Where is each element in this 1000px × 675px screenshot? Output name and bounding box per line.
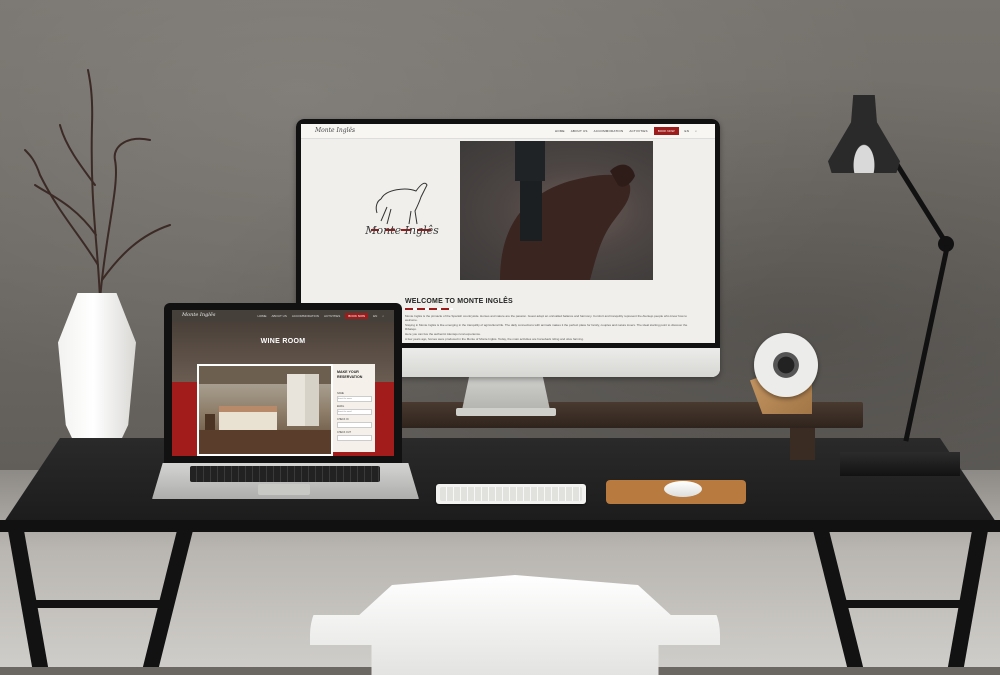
nav-link-activities[interactable]: ACTIVITIES [629, 129, 647, 133]
check-out-input[interactable] [337, 435, 372, 441]
heading-divider [405, 308, 453, 310]
laptop-nav-bar: Monte Inglês HOME ABOUT US ACCOMMODATION… [172, 310, 394, 322]
nav-link-activities[interactable]: ACTIVITIES [324, 314, 340, 318]
horse-rider-photo [460, 141, 653, 280]
name-label: NAME [337, 392, 344, 395]
reservation-form-title: MAKE YOUR RESERVATION [337, 370, 363, 379]
nav-link-home[interactable]: HOME [555, 129, 565, 133]
search-icon[interactable]: ⌕ [382, 314, 384, 318]
keyboard-keys[interactable] [440, 487, 582, 501]
intro-paragraph: Here you can live the authentic Alentejo… [405, 332, 481, 336]
desk-crossbar [30, 600, 170, 608]
email-label: EMAIL [337, 405, 345, 408]
book-now-button[interactable]: BOOK NOW [653, 127, 679, 135]
nav-link-home[interactable]: HOME [258, 314, 267, 318]
wireless-keyboard[interactable] [436, 484, 586, 504]
laptop-nav-links: HOME ABOUT US ACCOMMODATION ACTIVITIES B… [258, 313, 384, 319]
intro-paragraph: Staying in Monte Inglês is like emerging… [405, 323, 688, 331]
nav-link-accommodation[interactable]: ACCOMMODATION [292, 314, 319, 318]
bedroom-photo[interactable] [197, 364, 333, 456]
laptop-nav-logo[interactable]: Monte Inglês [182, 312, 215, 318]
welcome-heading: WELCOME TO MONTE INGLÊS [405, 298, 513, 305]
desk-crossbar [840, 600, 970, 608]
check-in-label: CHECK IN [337, 418, 349, 421]
name-input[interactable]: Insert the name [337, 396, 372, 402]
book-now-button[interactable]: BOOK NOW [345, 313, 369, 319]
monitor-nav-logo[interactable]: Monte Inglês [315, 127, 355, 134]
laptop-trackpad[interactable] [258, 484, 310, 495]
intro-paragraph: Monte Inglês is the pinnacle of the Span… [405, 314, 687, 322]
laptop-screen[interactable]: Monte Inglês HOME ABOUT US ACCOMMODATION… [172, 310, 394, 456]
monitor-stand [462, 377, 550, 410]
monitor-nav-bar: Monte Inglês HOME ABOUT US ACCOMMODATION… [301, 124, 715, 139]
intro-paragraph: A few years ago, horses were produced in… [405, 337, 584, 341]
brand-name: Monte Inglês [365, 224, 439, 237]
dried-branches [24, 69, 171, 301]
check-out-label: CHECK OUT [337, 431, 352, 434]
desk-edge [0, 520, 1000, 532]
language-switch[interactable]: EN [685, 129, 690, 133]
apple-logo-icon [499, 355, 517, 373]
email-input[interactable]: Insert the email [337, 409, 372, 415]
shelf-leg [790, 428, 815, 460]
nav-link-about[interactable]: ABOUT US [571, 129, 588, 133]
monitor-foot [456, 408, 556, 416]
language-switch[interactable]: EN [373, 314, 377, 318]
lamp-base [840, 452, 960, 476]
search-icon[interactable]: ⌕ [695, 129, 697, 133]
room-title: WINE ROOM [260, 338, 306, 345]
monitor-nav-links: HOME ABOUT US ACCOMMODATION ACTIVITIES B… [555, 127, 697, 135]
nav-link-about[interactable]: ABOUT US [272, 314, 287, 318]
check-in-input[interactable] [337, 422, 372, 428]
laptop-keyboard[interactable] [190, 466, 380, 482]
speaker [754, 333, 818, 397]
mouse[interactable] [664, 481, 702, 497]
nav-link-accommodation[interactable]: ACCOMMODATION [594, 129, 624, 133]
reservation-form: MAKE YOUR RESERVATION NAME Insert the na… [333, 364, 375, 452]
laptop-lid: Monte Inglês HOME ABOUT US ACCOMMODATION… [164, 303, 402, 463]
